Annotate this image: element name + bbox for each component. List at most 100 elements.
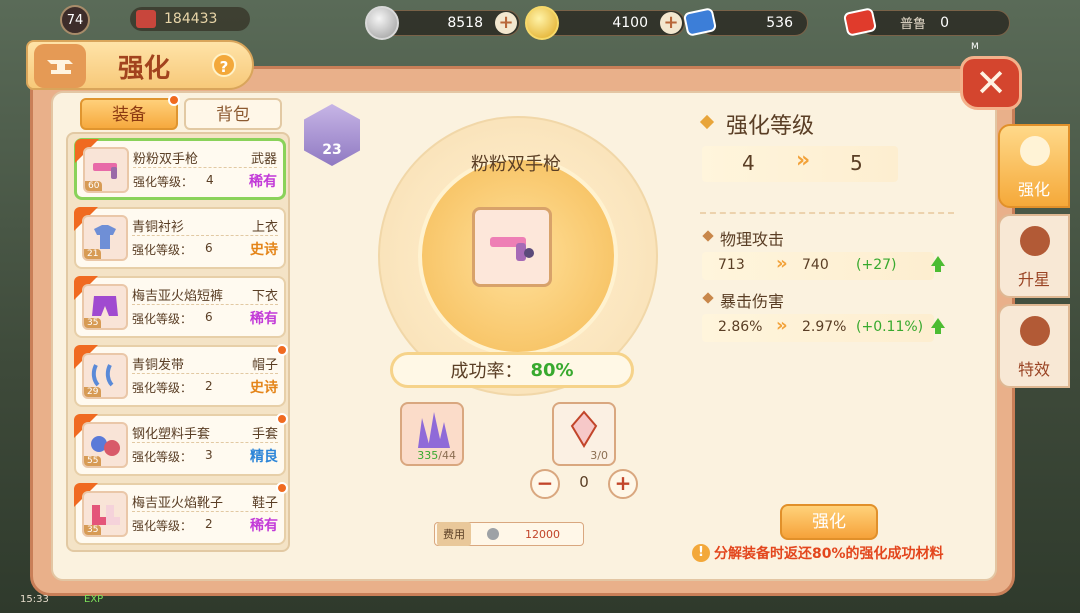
tab-bag[interactable]: 背包 <box>184 98 282 130</box>
fee-label: 费用 <box>437 522 471 546</box>
tab-equipment[interactable]: 装备 <box>80 98 178 130</box>
item-name: 梅吉亚火焰短裤 <box>132 289 224 304</box>
item-rarity: 史诗 <box>250 242 278 258</box>
weapon-name: 粉粉双手枪 <box>471 154 561 175</box>
refund-note: ! 分解装备时返还80%的强化成功材料 <box>692 543 944 563</box>
crystal-material-slot[interactable]: 335/44 <box>400 402 464 466</box>
side-tab-enhance[interactable]: 强化 <box>998 124 1070 208</box>
list-item[interactable]: 35 梅吉亚火焰短裤 下衣 强化等级： 6 稀有 <box>74 276 286 338</box>
location-label: 普鲁 <box>900 17 927 32</box>
item-slot: 武器 <box>250 152 277 167</box>
gloves-icon: 55 <box>82 422 128 468</box>
combat-power: 184433 <box>130 7 250 31</box>
side-tab-effect[interactable]: 特效 <box>998 304 1070 388</box>
list-item[interactable]: 55 钢化塑料手套 手套 强化等级： 3 精良 <box>74 414 286 476</box>
player-level-avatar[interactable]: 74 <box>60 5 90 35</box>
silver-value: 8518 <box>447 15 483 31</box>
list-item[interactable]: 29 青铜发带 帽子 强化等级： 2 史诗 <box>74 345 286 407</box>
item-level: 6 <box>205 241 213 255</box>
list-tabs: 装备 背包 <box>80 94 282 130</box>
item-name: 粉粉双手枪 <box>133 152 199 167</box>
success-rate-value: 80% <box>530 359 574 381</box>
arrow-right-icon: » <box>776 253 788 274</box>
help-button[interactable]: ? <box>212 53 236 77</box>
side-tab-effect-label: 特效 <box>1017 360 1050 379</box>
equip-notification-dot <box>168 94 180 106</box>
blue-ticket-icon <box>682 7 718 37</box>
item-level: 3 <box>205 448 213 462</box>
gold-value: 4100 <box>612 15 648 31</box>
quantity-value[interactable]: 0 <box>560 473 608 491</box>
selected-weapon-slot[interactable] <box>472 207 552 287</box>
stat-to: 2.97% <box>802 319 847 335</box>
red-ticket-currency: 0 <box>842 7 1010 37</box>
success-rate-bar: 成功率： 80% <box>390 352 634 388</box>
blue-ticket-currency: 536 <box>682 7 808 37</box>
stat-crit-damage-title: 暴击伤害 <box>720 292 785 311</box>
warning-icon: ! <box>692 544 710 562</box>
increase-button[interactable]: + <box>608 469 638 499</box>
list-item[interactable]: 60 粉粉双手枪 武器 强化等级： 4 稀有 <box>74 138 286 200</box>
stat-gain: (+0.11%) <box>856 319 924 335</box>
anvil-icon <box>1020 136 1050 166</box>
item-name: 钢化塑料手套 <box>132 427 211 442</box>
headband-icon: 29 <box>82 353 128 399</box>
item-slot: 上衣 <box>251 220 278 235</box>
side-tab-upgrade[interactable]: 升星 <box>998 214 1070 298</box>
close-button[interactable]: ✕ <box>960 56 1022 110</box>
list-item[interactable]: 21 青铜衬衫 上衣 强化等级： 6 史诗 <box>74 207 286 269</box>
level-from: 4 <box>742 151 755 175</box>
gold-coin-icon <box>525 6 559 40</box>
side-tab-enhance-label: 强化 <box>1017 180 1050 199</box>
up-arrow-icon <box>931 318 945 334</box>
item-level: 6 <box>205 310 213 324</box>
add-gold-button[interactable]: + <box>660 12 682 34</box>
item-level: 2 <box>205 379 213 393</box>
pink-pistol-icon <box>490 237 534 261</box>
item-slot: 鞋子 <box>251 496 278 511</box>
stat-from: 713 <box>718 257 745 273</box>
silver-coin-icon <box>365 6 399 40</box>
stat-crit-damage-bar: 2.86% » 2.97% (+0.11%) <box>702 314 934 342</box>
list-item[interactable]: 35 梅吉亚火焰靴子 鞋子 强化等级： 2 稀有 <box>74 483 286 545</box>
combat-power-value: 184433 <box>164 11 218 27</box>
item-notification-dot <box>276 482 288 494</box>
boots-icon: 35 <box>82 491 128 537</box>
shirt-icon: 21 <box>82 215 128 261</box>
item-level-label: 强化等级： <box>132 519 193 533</box>
item-level-label: 强化等级： <box>132 312 193 326</box>
material-have: 335 <box>417 449 439 462</box>
pink-pistol-icon: 60 <box>83 147 129 193</box>
stat-from: 2.86% <box>718 319 763 335</box>
red-ticket-value: 0 <box>940 15 949 31</box>
item-name: 青铜衬衫 <box>132 220 185 235</box>
add-silver-button[interactable]: + <box>495 12 517 34</box>
protection-count: 3/0 <box>590 449 608 462</box>
arrow-right-icon: » <box>796 148 811 173</box>
arrow-right-icon: » <box>776 315 788 336</box>
item-level-label: 强化等级： <box>132 243 193 257</box>
enhance-level-bar: 4 » 5 <box>702 146 898 182</box>
item-rarity: 史诗 <box>250 380 278 396</box>
item-level-label: 强化等级： <box>133 175 194 189</box>
crystal-icon <box>418 412 450 448</box>
stat-physical-attack-bar: 713 » 740 (+27) <box>702 252 934 280</box>
item-notification-dot <box>276 413 288 425</box>
side-tab-upgrade-label: 升星 <box>1017 270 1050 289</box>
decrease-button[interactable]: − <box>530 469 560 499</box>
item-notification-dot <box>276 344 288 356</box>
item-slot: 帽子 <box>251 358 278 373</box>
sparkle-icon <box>1020 316 1050 346</box>
up-arrow-icon <box>931 256 945 272</box>
protection-material-slot[interactable]: 3/0 <box>552 402 616 466</box>
panel-title-tab: 强化 ? <box>26 40 254 90</box>
enhance-button[interactable]: 强化 <box>780 504 878 540</box>
red-ticket-icon <box>842 7 878 37</box>
refund-note-text: 分解装备时返还80%的强化成功材料 <box>714 546 944 562</box>
divider <box>700 212 954 214</box>
shield-gem-icon <box>570 410 598 448</box>
equipment-list[interactable]: 60 粉粉双手枪 武器 强化等级： 4 稀有 21 青铜衬衫 上衣 强化等级： … <box>66 132 290 552</box>
fee-display: 费用 12000 <box>434 522 584 546</box>
item-level-label: 强化等级： <box>132 450 193 464</box>
item-name: 梅吉亚火焰靴子 <box>132 496 224 511</box>
